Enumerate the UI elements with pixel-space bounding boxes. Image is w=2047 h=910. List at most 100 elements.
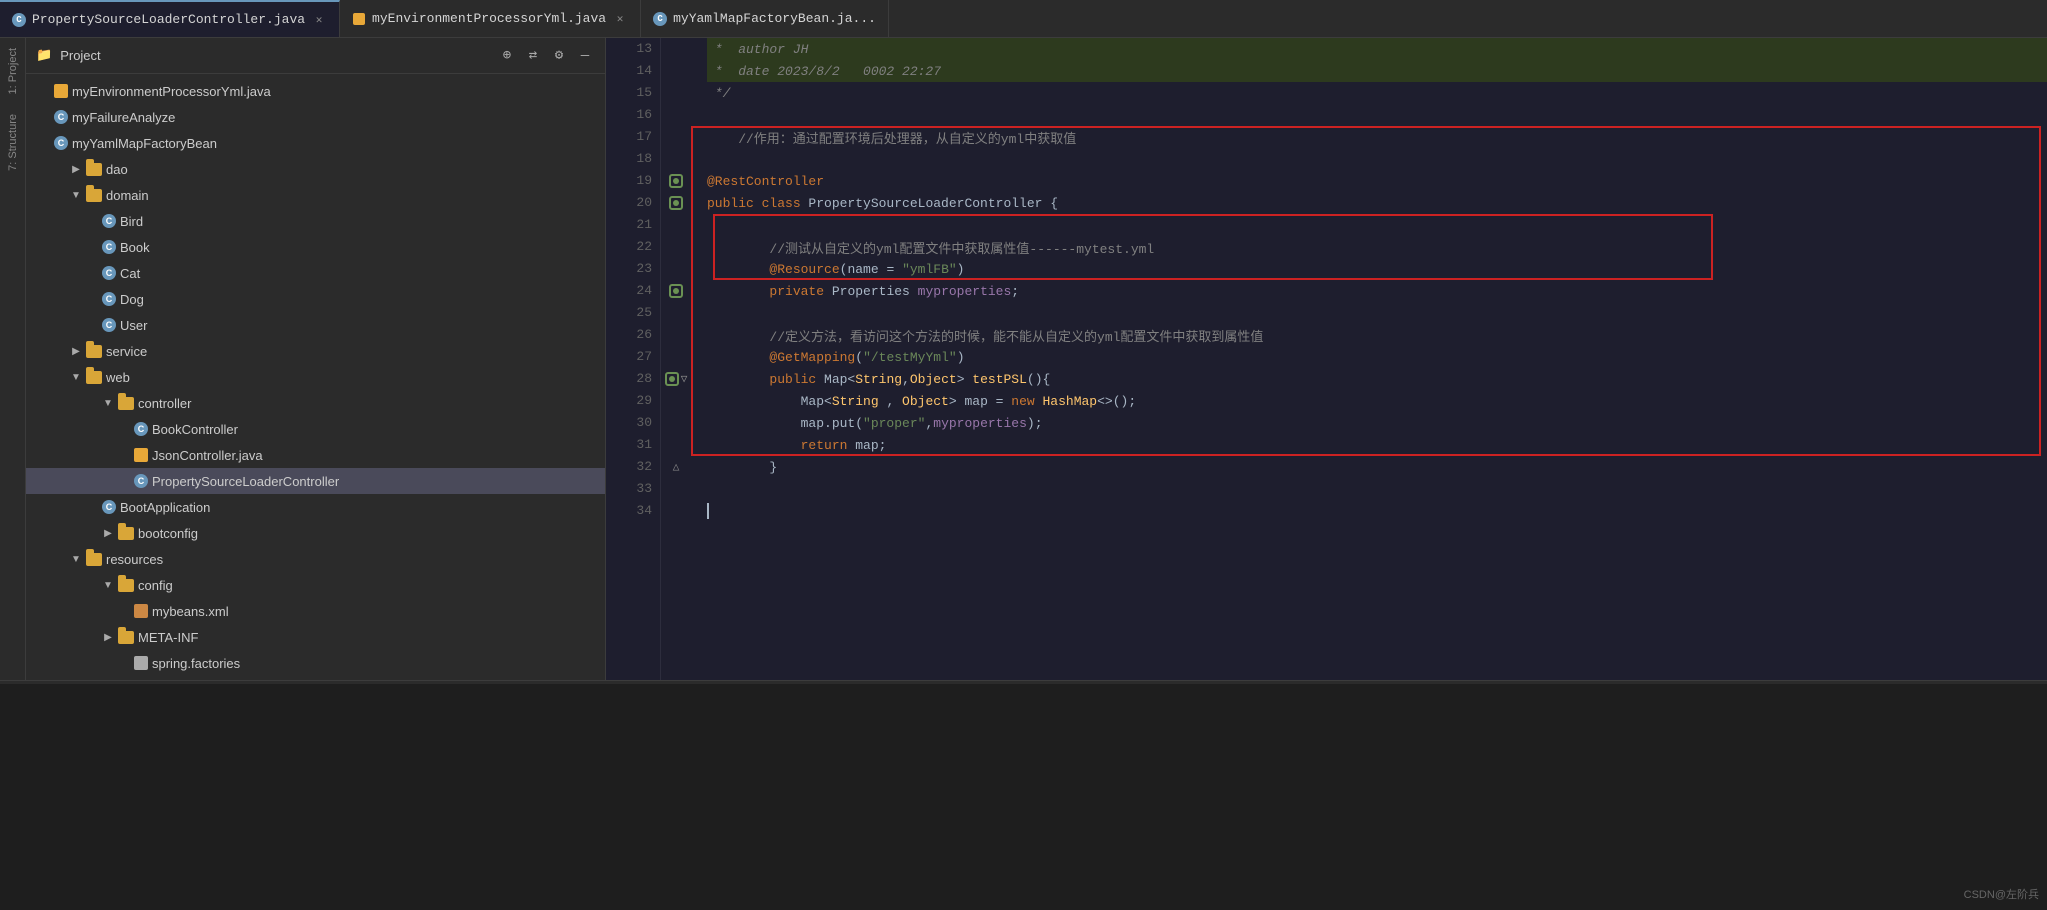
gutter-34 bbox=[661, 500, 691, 522]
folder-icon-web bbox=[86, 371, 102, 384]
ln-21: 21 bbox=[614, 214, 652, 236]
left-vert-tab-project[interactable]: 1: Project bbox=[3, 38, 23, 104]
gutter-33 bbox=[661, 478, 691, 500]
tree-label: Book bbox=[120, 240, 150, 255]
tree-item-spring-factories[interactable]: spring.factories bbox=[26, 650, 605, 676]
code-line-30: map.put("proper",myproperties); bbox=[707, 412, 2047, 434]
ln-29: 29 bbox=[614, 390, 652, 412]
file-icon-c-user: C bbox=[102, 318, 116, 332]
tab-close-1[interactable]: ✕ bbox=[311, 12, 327, 28]
ln-23: 23 bbox=[614, 258, 652, 280]
tree-item-controller[interactable]: ▼ controller bbox=[26, 390, 605, 416]
arrow-domain: ▼ bbox=[70, 189, 82, 201]
bean-icon-24[interactable] bbox=[669, 284, 683, 298]
tree-item-cat[interactable]: C Cat bbox=[26, 260, 605, 286]
gutter-32[interactable]: △ bbox=[661, 456, 691, 478]
code-area[interactable]: * author JH * date 2023/8/2 0002 22:27 *… bbox=[691, 38, 2047, 680]
code-line-20: public class PropertySourceLoaderControl… bbox=[707, 192, 2047, 214]
bean-icon-19[interactable] bbox=[669, 174, 683, 188]
arrow-service: ▶ bbox=[70, 345, 82, 357]
gutter-20[interactable] bbox=[661, 192, 691, 214]
tree-item-failure-analyze[interactable]: C myFailureAnalyze bbox=[26, 104, 605, 130]
collapse-28[interactable]: ▽ bbox=[681, 372, 688, 386]
code-line-15: */ bbox=[707, 82, 2047, 104]
tree-content[interactable]: myEnvironmentProcessorYml.java C myFailu… bbox=[26, 74, 605, 680]
left-vert-tab-structure[interactable]: 7: Structure bbox=[3, 104, 23, 181]
tree-label: service bbox=[106, 344, 147, 359]
code-line-31: return map; bbox=[707, 434, 2047, 456]
tree-item-meta-inf[interactable]: ▶ META-INF bbox=[26, 624, 605, 650]
tab-my-env-processor[interactable]: myEnvironmentProcessorYml.java ✕ bbox=[340, 0, 641, 37]
code-line-14: * date 2023/8/2 0002 22:27 bbox=[707, 60, 2047, 82]
tree-item-psl-controller[interactable]: C PropertySourceLoaderController bbox=[26, 468, 605, 494]
ln-31: 31 bbox=[614, 434, 652, 456]
tab-yaml-factory[interactable]: C myYamlMapFactoryBean.ja... bbox=[641, 0, 889, 37]
watermark: CSDN@左阶兵 bbox=[1964, 886, 2039, 902]
code-line-24: private Properties myproperties; bbox=[707, 280, 2047, 302]
tree-item-boot-app[interactable]: C BootApplication bbox=[26, 494, 605, 520]
arrow-bootconfig: ▶ bbox=[102, 527, 114, 539]
tab-label-1: PropertySourceLoaderController.java bbox=[32, 12, 305, 27]
sidebar-icon-gear[interactable]: ⚙ bbox=[549, 46, 569, 66]
gutter-27 bbox=[661, 346, 691, 368]
code-line-22: //测试从自定义的yml配置文件中获取属性值------mytest.yml bbox=[707, 236, 2047, 258]
tree-label: User bbox=[120, 318, 147, 333]
collapse-32[interactable]: △ bbox=[673, 460, 680, 474]
tab-icon-c: C bbox=[12, 13, 26, 27]
file-icon-c-bootapp: C bbox=[102, 500, 116, 514]
tree-item-env-processor[interactable]: myEnvironmentProcessorYml.java bbox=[26, 78, 605, 104]
tree-item-user[interactable]: C User bbox=[26, 312, 605, 338]
ln-24: 24 bbox=[614, 280, 652, 302]
code-content[interactable]: 13 14 15 16 17 18 19 20 21 22 23 24 25 2… bbox=[606, 38, 2047, 680]
tree-label: META-INF bbox=[138, 630, 198, 645]
bottom-bar bbox=[0, 680, 2047, 684]
tree-item-domain[interactable]: ▼ domain bbox=[26, 182, 605, 208]
tab-property-source-loader[interactable]: C PropertySourceLoaderController.java ✕ bbox=[0, 0, 340, 37]
tree-item-dog[interactable]: C Dog bbox=[26, 286, 605, 312]
file-icon-xml-mybeans bbox=[134, 604, 148, 618]
ln-20: 20 bbox=[614, 192, 652, 214]
main-layout: 1: Project 7: Structure 📁 Project ⊕ ⇄ ⚙ … bbox=[0, 38, 2047, 680]
file-icon-factories bbox=[134, 656, 148, 670]
code-line-16 bbox=[707, 104, 2047, 126]
folder-icon-bootconfig bbox=[118, 527, 134, 540]
tree-item-web[interactable]: ▼ web bbox=[26, 364, 605, 390]
tree-item-book-controller[interactable]: C BookController bbox=[26, 416, 605, 442]
ln-34: 34 bbox=[614, 500, 652, 522]
tree-item-book[interactable]: C Book bbox=[26, 234, 605, 260]
arrow-dao: ▶ bbox=[70, 163, 82, 175]
ln-14: 14 bbox=[614, 60, 652, 82]
tree-item-bird[interactable]: C Bird bbox=[26, 208, 605, 234]
gutter-21 bbox=[661, 214, 691, 236]
file-icon-c-bookctrl: C bbox=[134, 422, 148, 436]
file-icon-c-dog: C bbox=[102, 292, 116, 306]
sidebar-icon-minimize[interactable]: — bbox=[575, 46, 595, 66]
gutter-24[interactable] bbox=[661, 280, 691, 302]
file-icon-java-jsonctrl bbox=[134, 448, 148, 462]
gutter-30 bbox=[661, 412, 691, 434]
bean-icon-28[interactable] bbox=[665, 372, 679, 386]
tree-item-config[interactable]: ▼ config bbox=[26, 572, 605, 598]
tree-item-dao[interactable]: ▶ dao bbox=[26, 156, 605, 182]
gutter-19[interactable] bbox=[661, 170, 691, 192]
sidebar-icon-split[interactable]: ⇄ bbox=[523, 46, 543, 66]
tree-label: web bbox=[106, 370, 130, 385]
code-line-34 bbox=[707, 500, 2047, 522]
sidebar-icon-globe[interactable]: ⊕ bbox=[497, 46, 517, 66]
tree-item-json-controller[interactable]: JsonController.java bbox=[26, 442, 605, 468]
tree-item-mybeans[interactable]: mybeans.xml bbox=[26, 598, 605, 624]
bean-icon-20[interactable] bbox=[669, 196, 683, 210]
tree-label: myFailureAnalyze bbox=[72, 110, 175, 125]
code-line-18 bbox=[707, 148, 2047, 170]
tree-item-service[interactable]: ▶ service bbox=[26, 338, 605, 364]
ln-17: 17 bbox=[614, 126, 652, 148]
tab-icon-c-3: C bbox=[653, 12, 667, 26]
tree-item-resources[interactable]: ▼ resources bbox=[26, 546, 605, 572]
tree-item-bootconfig[interactable]: ▶ bootconfig bbox=[26, 520, 605, 546]
tree-item-yaml-factory[interactable]: C myYamlMapFactoryBean bbox=[26, 130, 605, 156]
folder-icon-dao bbox=[86, 163, 102, 176]
gutter-28[interactable]: ▽ bbox=[661, 368, 691, 390]
tab-close-2[interactable]: ✕ bbox=[612, 11, 628, 27]
gutter-13 bbox=[661, 38, 691, 60]
ln-13: 13 bbox=[614, 38, 652, 60]
